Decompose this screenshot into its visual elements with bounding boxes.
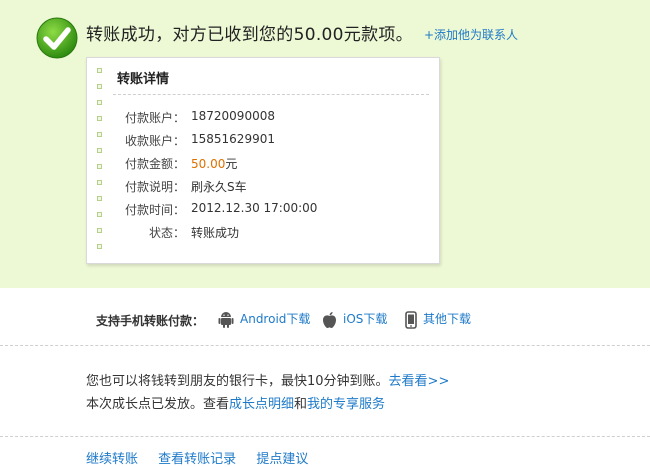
phone-icon bbox=[405, 310, 417, 329]
detail-label: 付款金额： bbox=[124, 157, 185, 171]
download-label: 支持手机转账付款： bbox=[96, 314, 205, 328]
detail-value: 15851629901 bbox=[191, 132, 275, 146]
card-divider bbox=[113, 94, 429, 95]
detail-value: 2012.12.30 17:00:00 bbox=[191, 201, 318, 215]
detail-label: 付款说明： bbox=[124, 180, 185, 194]
detail-value: 18720090008 bbox=[191, 109, 275, 123]
and-text: 和 bbox=[294, 397, 308, 412]
detail-label: 付款时间： bbox=[124, 203, 185, 217]
ios-download-label: iOS下载 bbox=[343, 312, 388, 326]
continue-transfer-link[interactable]: 继续转账 bbox=[86, 452, 138, 467]
info-block: 您也可以将钱转到朋友的银行卡，最快10分钟到账。去看看>> 本次成长点已发放。查… bbox=[86, 370, 449, 416]
exclusive-service-link[interactable]: 我的专享服务 bbox=[307, 397, 385, 412]
bank-transfer-text: 您也可以将钱转到朋友的银行卡，最快10分钟到账。 bbox=[86, 374, 389, 389]
ios-download-link[interactable]: iOS下载 bbox=[322, 310, 387, 329]
android-download-link[interactable]: Android下载 bbox=[218, 310, 310, 329]
transfer-details-card: 转账详情 付款账户： 18720090008 收款账户： 15851629901… bbox=[86, 57, 440, 264]
detail-label: 付款账户： bbox=[124, 111, 185, 125]
amount-value: 50.00 bbox=[191, 157, 226, 171]
add-contact-link[interactable]: +添加他为联系人 bbox=[424, 26, 518, 43]
bank-transfer-line: 您也可以将钱转到朋友的银行卡，最快10分钟到账。去看看>> bbox=[86, 370, 449, 393]
transfer-records-link[interactable]: 查看转账记录 bbox=[158, 452, 236, 467]
success-message: 转账成功，对方已收到您的50.00元款项。 bbox=[86, 25, 413, 45]
other-download-label: 其他下载 bbox=[423, 312, 472, 326]
growth-points-detail-link[interactable]: 成长点明细 bbox=[229, 397, 294, 412]
detail-label: 状态： bbox=[148, 226, 185, 240]
check-circle-icon bbox=[36, 17, 78, 59]
success-panel: 转账成功，对方已收到您的50.00元款项。 +添加他为联系人 转账详情 付款账户… bbox=[0, 0, 650, 288]
go-see-link[interactable]: 去看看>> bbox=[389, 374, 450, 389]
other-download-link[interactable]: 其他下载 bbox=[405, 310, 471, 329]
detail-value: 刷永久S车 bbox=[191, 180, 247, 194]
growth-points-text: 本次成长点已发放。查看 bbox=[86, 397, 230, 412]
bottom-divider bbox=[0, 436, 650, 437]
growth-points-line: 本次成长点已发放。查看成长点明细和我的专享服务 bbox=[86, 393, 449, 416]
detail-value: 50.00元 bbox=[191, 155, 237, 172]
feedback-link[interactable]: 提点建议 bbox=[256, 452, 308, 467]
android-icon bbox=[218, 311, 234, 328]
card-title: 转账详情 bbox=[117, 72, 170, 87]
amount-unit: 元 bbox=[225, 157, 238, 171]
apple-icon bbox=[323, 311, 336, 328]
detail-value: 转账成功 bbox=[191, 226, 240, 240]
detail-label: 收款账户： bbox=[124, 134, 185, 148]
mobile-download-bar: 支持手机转账付款： Android下载 iOS下载 其他下载 bbox=[0, 288, 650, 346]
bottom-links: 继续转账 查看转账记录 提点建议 bbox=[86, 448, 324, 467]
android-download-label: Android下载 bbox=[240, 312, 311, 326]
